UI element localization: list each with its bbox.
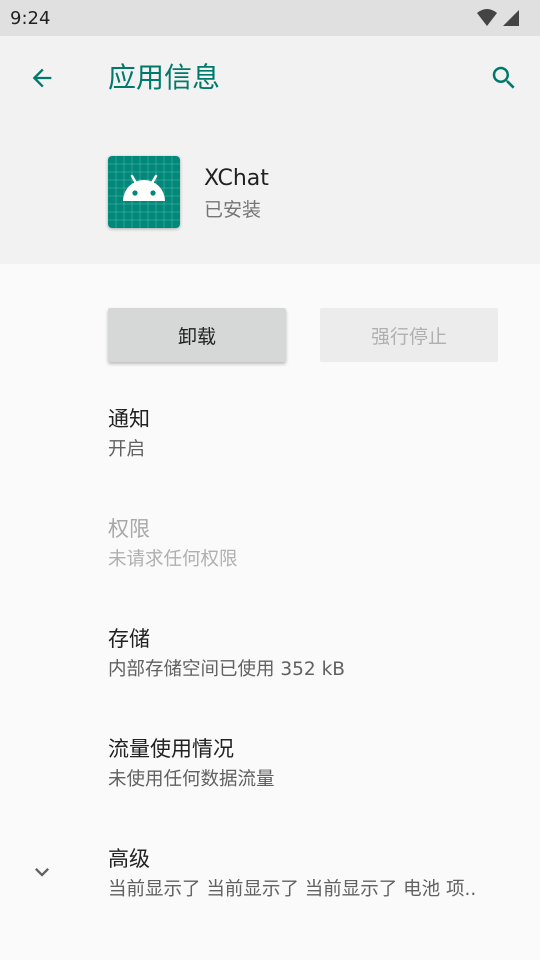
permissions-summary: 未请求任何权限 <box>108 549 238 570</box>
chevron-down-icon <box>35 868 49 877</box>
storage-summary: 内部存储空间已使用 352 kB <box>108 659 345 680</box>
notifications-pref[interactable]: 通知 开启 <box>0 404 540 514</box>
expand-button[interactable] <box>26 856 58 888</box>
storage-title: 存储 <box>108 627 150 651</box>
data-usage-pref[interactable]: 流量使用情况 未使用任何数据流量 <box>0 734 540 844</box>
advanced-pref[interactable]: 高级 当前显示了 当前显示了 当前显示了 电池 项.. <box>0 844 540 954</box>
data-usage-summary: 未使用任何数据流量 <box>108 769 275 790</box>
wifi-icon <box>477 9 497 26</box>
app-icon <box>108 156 180 228</box>
cell-signal-icon <box>503 10 519 26</box>
notifications-summary: 开启 <box>108 439 146 460</box>
permissions-title: 权限 <box>108 517 150 541</box>
uninstall-button[interactable]: 卸载 <box>108 308 286 362</box>
back-button[interactable] <box>20 56 64 100</box>
search-icon <box>492 66 515 89</box>
advanced-title: 高级 <box>108 847 150 871</box>
advanced-summary: 当前显示了 当前显示了 当前显示了 电池 项.. <box>108 879 477 900</box>
app-install-status: 已安装 <box>204 199 262 221</box>
status-bar: 9:24 <box>0 0 540 36</box>
back-arrow-icon <box>32 68 52 88</box>
page-title: 应用信息 <box>108 61 221 94</box>
permissions-pref[interactable]: 权限 未请求任何权限 <box>0 514 540 624</box>
status-icons <box>476 8 520 28</box>
notifications-title: 通知 <box>108 407 150 431</box>
storage-pref[interactable]: 存储 内部存储空间已使用 352 kB <box>0 624 540 734</box>
toolbar: 应用信息 <box>0 36 540 120</box>
force-stop-button[interactable]: 强行停止 <box>320 308 498 362</box>
android-icon <box>108 156 180 228</box>
data-usage-title: 流量使用情况 <box>108 737 234 761</box>
app-name: XChat <box>204 166 269 191</box>
app-header: 应用信息 XChat 已安装 <box>0 36 540 264</box>
status-time: 9:24 <box>10 7 51 29</box>
search-button[interactable] <box>482 56 526 100</box>
